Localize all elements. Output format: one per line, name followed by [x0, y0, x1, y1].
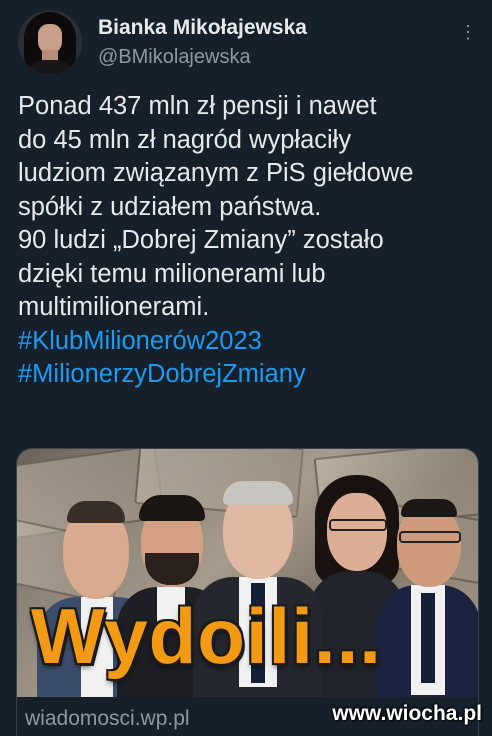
- hashtag-link[interactable]: #KlubMilionerów2023: [18, 325, 480, 359]
- more-dots-icon[interactable]: ⋮: [458, 22, 478, 42]
- author-handle[interactable]: @BMikolajewska: [98, 46, 251, 69]
- person-figure: [377, 485, 478, 697]
- tweet-line: spółki z udziałem państwa.: [18, 192, 322, 221]
- author-name[interactable]: Bianka Mikołajewska: [98, 16, 307, 40]
- tweet-line: multimilionerami.: [18, 293, 210, 321]
- tweet-line: dzięki temu milionerami lub: [18, 259, 326, 288]
- card-headline: Wydoili...: [31, 592, 382, 680]
- avatar[interactable]: [18, 10, 82, 74]
- watermark: www.wiocha.pl: [332, 702, 482, 725]
- tweet-line: ludziom związanym z PiS giełdowe: [18, 159, 414, 187]
- tweet-header: Bianka Mikołajewska @BMikolajewska ⋮: [18, 10, 478, 76]
- link-card[interactable]: Wydoili... wiadomosci.wp.pl: [16, 448, 479, 736]
- card-image[interactable]: Wydoili...: [17, 449, 478, 697]
- hashtag-link[interactable]: #MilionerzyDobrejZmiany: [18, 358, 480, 392]
- tweet-line: do 45 mln zł nagród wypłaciły: [18, 125, 352, 154]
- tweet-line: 90 ludzi „Dobrej Zmiany” zostało: [18, 226, 384, 254]
- tweet-line: Ponad 437 mln zł pensji i nawet: [18, 92, 377, 120]
- card-domain[interactable]: wiadomosci.wp.pl: [25, 707, 190, 731]
- tweet-text: Ponad 437 mln zł pensji i nawet do 45 ml…: [18, 90, 480, 392]
